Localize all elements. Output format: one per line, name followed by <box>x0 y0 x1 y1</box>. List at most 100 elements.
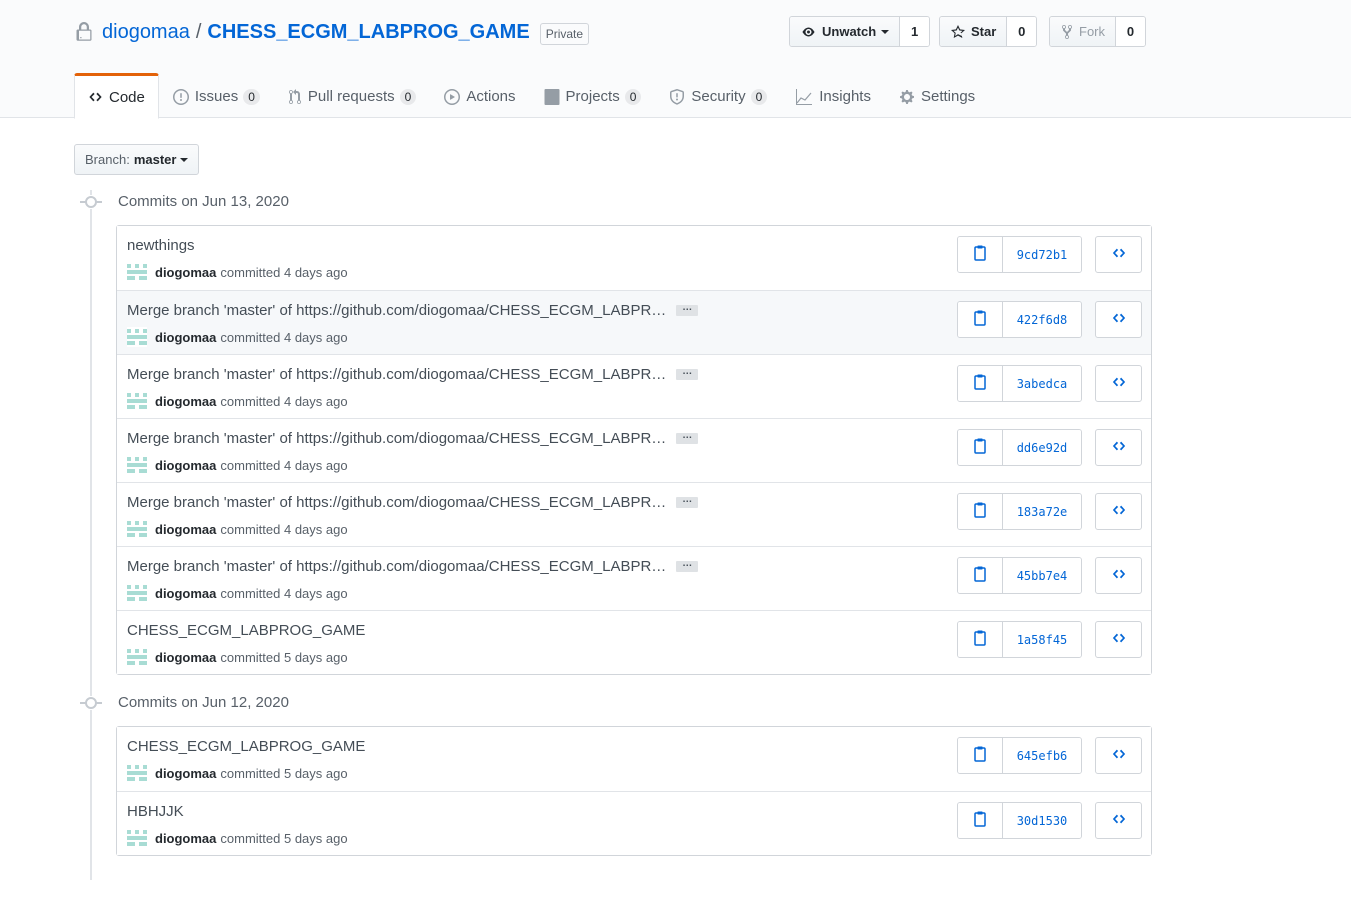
copy-sha-button[interactable] <box>958 366 1003 401</box>
commit-author[interactable]: diogomaa <box>155 586 216 601</box>
commit-sha-link[interactable]: 3abedca <box>1003 366 1081 401</box>
tab-settings[interactable]: Settings <box>885 73 989 118</box>
commit-time: committed 5 days ago <box>220 649 348 665</box>
avatar[interactable] <box>127 455 147 475</box>
commit-time: committed 4 days ago <box>220 585 348 601</box>
commit-time: committed 4 days ago <box>220 521 348 537</box>
avatar[interactable] <box>127 391 147 411</box>
copy-sha-button[interactable] <box>958 803 1003 838</box>
commit-sha-link[interactable]: 45bb7e4 <box>1003 558 1081 593</box>
avatar[interactable] <box>127 519 147 539</box>
unwatch-button[interactable]: Unwatch <box>790 17 901 46</box>
browse-repo-button[interactable] <box>1095 365 1142 402</box>
commit-author[interactable]: diogomaa <box>155 330 216 345</box>
avatar[interactable] <box>127 828 147 848</box>
commit-author[interactable]: diogomaa <box>155 394 216 409</box>
copy-sha-button[interactable] <box>958 302 1003 337</box>
browse-repo-button[interactable] <box>1095 236 1142 273</box>
commit-author[interactable]: diogomaa <box>155 522 216 537</box>
avatar[interactable] <box>127 327 147 347</box>
copy-sha-button[interactable] <box>958 622 1003 657</box>
commit-sha-link[interactable]: 30d1530 <box>1003 803 1081 838</box>
commit-meta: diogomaa committed 4 days ago <box>127 455 348 475</box>
commit-author[interactable]: diogomaa <box>155 650 216 665</box>
commit-time: committed 4 days ago <box>220 457 348 473</box>
expand-message-button[interactable]: … <box>676 303 699 316</box>
tab-projects[interactable]: Projects 0 <box>530 73 656 118</box>
commit-row: Merge branch 'master' of https://github.… <box>117 418 1151 482</box>
copy-sha-button[interactable] <box>958 237 1003 272</box>
browse-repo-button[interactable] <box>1095 737 1142 774</box>
commit-dot-icon <box>80 695 102 710</box>
repo-name-link[interactable]: CHESS_ECGM_LABPROG_GAME <box>207 21 529 44</box>
browse-repo-button[interactable] <box>1095 493 1142 530</box>
tab-issues[interactable]: Issues 0 <box>159 73 274 118</box>
commit-message-link[interactable]: Merge branch 'master' of https://github.… <box>127 366 666 383</box>
commit-author[interactable]: diogomaa <box>155 265 216 280</box>
tab-pull-requests[interactable]: Pull requests 0 <box>274 73 430 118</box>
commit-message-link[interactable]: CHESS_ECGM_LABPROG_GAME <box>127 622 365 639</box>
copy-sha-button[interactable] <box>958 430 1003 465</box>
commit-message-link[interactable]: newthings <box>127 237 195 254</box>
commit-author[interactable]: diogomaa <box>155 458 216 473</box>
commit-sha-link[interactable]: 422f6d8 <box>1003 302 1081 337</box>
tab-pull-requests-label: Pull requests <box>307 88 395 105</box>
commit-author[interactable]: diogomaa <box>155 831 216 846</box>
commit-time: committed 5 days ago <box>220 765 348 781</box>
code-icon <box>1111 311 1127 328</box>
fork-button[interactable]: Fork <box>1050 17 1116 46</box>
branch-select[interactable]: Branch: master <box>74 144 200 175</box>
expand-message-button[interactable]: … <box>676 559 699 572</box>
commit-message-link[interactable]: Merge branch 'master' of https://github.… <box>127 494 666 511</box>
commit-dot-icon <box>80 194 102 209</box>
copy-sha-button[interactable] <box>958 494 1003 529</box>
commit-sha-link[interactable]: 645efb6 <box>1003 738 1081 773</box>
clipboard-icon <box>973 630 987 649</box>
repo-header: diogomaa / CHESS_ECGM_LABPROG_GAME Priva… <box>0 0 1351 119</box>
pull-requests-counter: 0 <box>399 88 417 105</box>
commit-author[interactable]: diogomaa <box>155 766 216 781</box>
expand-message-button[interactable]: … <box>676 495 699 508</box>
commit-message-link[interactable]: Merge branch 'master' of https://github.… <box>127 558 666 575</box>
avatar[interactable] <box>127 262 147 282</box>
watchers-count[interactable]: 1 <box>900 17 930 46</box>
sha-button-group: 1a58f45 <box>957 621 1082 658</box>
commit-group-header: Commits on Jun 12, 2020 <box>80 694 289 711</box>
code-icon <box>1111 812 1127 829</box>
expand-message-button[interactable]: … <box>676 367 699 380</box>
tab-insights[interactable]: Insights <box>781 73 885 118</box>
avatar[interactable] <box>127 763 147 783</box>
sha-button-group: dd6e92d <box>957 429 1082 466</box>
browse-repo-button[interactable] <box>1095 621 1142 658</box>
browse-repo-button[interactable] <box>1095 429 1142 466</box>
tab-actions[interactable]: Actions <box>430 73 529 118</box>
commit-sha-link[interactable]: dd6e92d <box>1003 430 1081 465</box>
star-button[interactable]: Star <box>940 17 1008 46</box>
commit-message-link[interactable]: CHESS_ECGM_LABPROG_GAME <box>127 738 365 755</box>
browse-repo-button[interactable] <box>1095 301 1142 338</box>
browse-repo-button[interactable] <box>1095 557 1142 594</box>
forks-count[interactable]: 0 <box>1116 17 1145 46</box>
shield-icon <box>670 88 685 105</box>
repo-owner-link[interactable]: diogomaa <box>102 21 190 44</box>
avatar[interactable] <box>127 583 147 603</box>
commit-row: CHESS_ECGM_LABPROG_GAME diogomaa committed… <box>117 610 1151 674</box>
tab-actions-label: Actions <box>466 88 516 105</box>
tab-code[interactable]: Code <box>74 73 159 119</box>
commit-message-link[interactable]: HBHJJK <box>127 803 184 820</box>
copy-sha-button[interactable] <box>958 738 1003 773</box>
commit-meta: diogomaa committed 4 days ago <box>127 519 348 539</box>
commit-sha-link[interactable]: 1a58f45 <box>1003 622 1081 657</box>
copy-sha-button[interactable] <box>958 558 1003 593</box>
fork-button-group: Fork 0 <box>1049 16 1146 47</box>
commit-message-link[interactable]: Merge branch 'master' of https://github.… <box>127 302 666 319</box>
browse-repo-button[interactable] <box>1095 802 1142 839</box>
commit-sha-link[interactable]: 183a72e <box>1003 494 1081 529</box>
stargazers-count[interactable]: 0 <box>1007 17 1037 46</box>
avatar[interactable] <box>127 647 147 667</box>
commit-message-link[interactable]: Merge branch 'master' of https://github.… <box>127 430 666 447</box>
expand-message-button[interactable]: … <box>676 431 699 444</box>
commit-sha-link[interactable]: 9cd72b1 <box>1003 237 1081 272</box>
tab-security[interactable]: Security 0 <box>655 73 781 118</box>
star-group: Star 0 <box>939 16 1038 47</box>
